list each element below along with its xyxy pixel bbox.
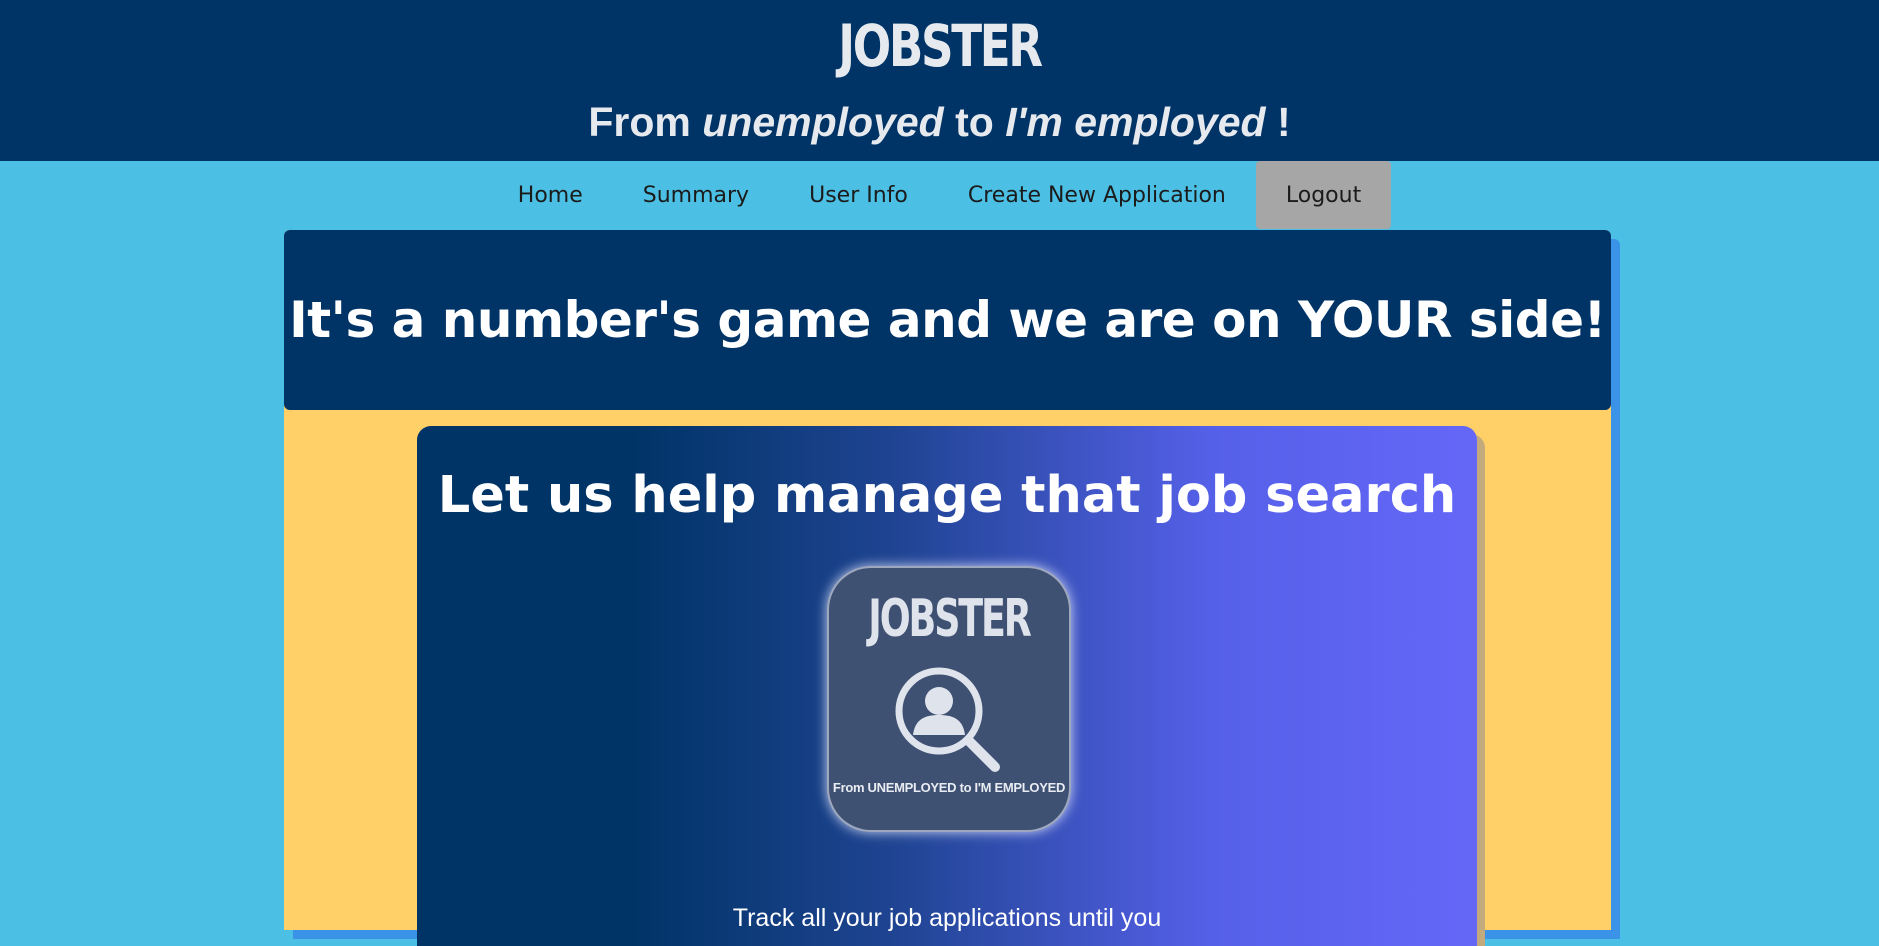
- nav-user-info-link[interactable]: User Info: [779, 161, 938, 229]
- main-nav: Home Summary User Info Create New Applic…: [0, 161, 1879, 229]
- hero-title: It's a number's game and we are on YOUR …: [289, 291, 1606, 349]
- nav-create-application-link[interactable]: Create New Application: [938, 161, 1256, 229]
- tagline-part1: From: [588, 99, 703, 145]
- feature-description: Track all your job applications until yo…: [732, 904, 1162, 932]
- app-logo: JOBSTER From UNEMPLOYED to I'M EMPLOYED: [827, 566, 1071, 832]
- logo-caption: From UNEMPLOYED to I'M EMPLOYED: [832, 780, 1066, 795]
- feature-card: Let us help manage that job search JOBST…: [417, 426, 1477, 946]
- main-content-card: It's a number's game and we are on YOUR …: [284, 230, 1611, 946]
- site-header: JOBSTER From unemployed to I'm employed …: [0, 0, 1879, 161]
- logout-button[interactable]: Logout: [1255, 161, 1392, 229]
- feature-title: Let us help manage that job search: [437, 466, 1457, 525]
- search-person-icon: [895, 667, 1000, 772]
- tagline-part2: unemployed: [702, 99, 944, 145]
- hero-banner: It's a number's game and we are on YOUR …: [284, 230, 1611, 410]
- logo-brand-text: JOBSTER: [868, 589, 1032, 649]
- tagline-part3: to: [943, 99, 1006, 145]
- site-logo-text: JOBSTER: [838, 12, 1043, 80]
- tagline-part4: I'm employed: [1005, 99, 1266, 145]
- nav-home-link[interactable]: Home: [488, 161, 613, 229]
- site-tagline: From unemployed to I'm employed !: [0, 98, 1879, 146]
- nav-summary-link[interactable]: Summary: [613, 161, 779, 229]
- tagline-part5: !: [1265, 99, 1291, 145]
